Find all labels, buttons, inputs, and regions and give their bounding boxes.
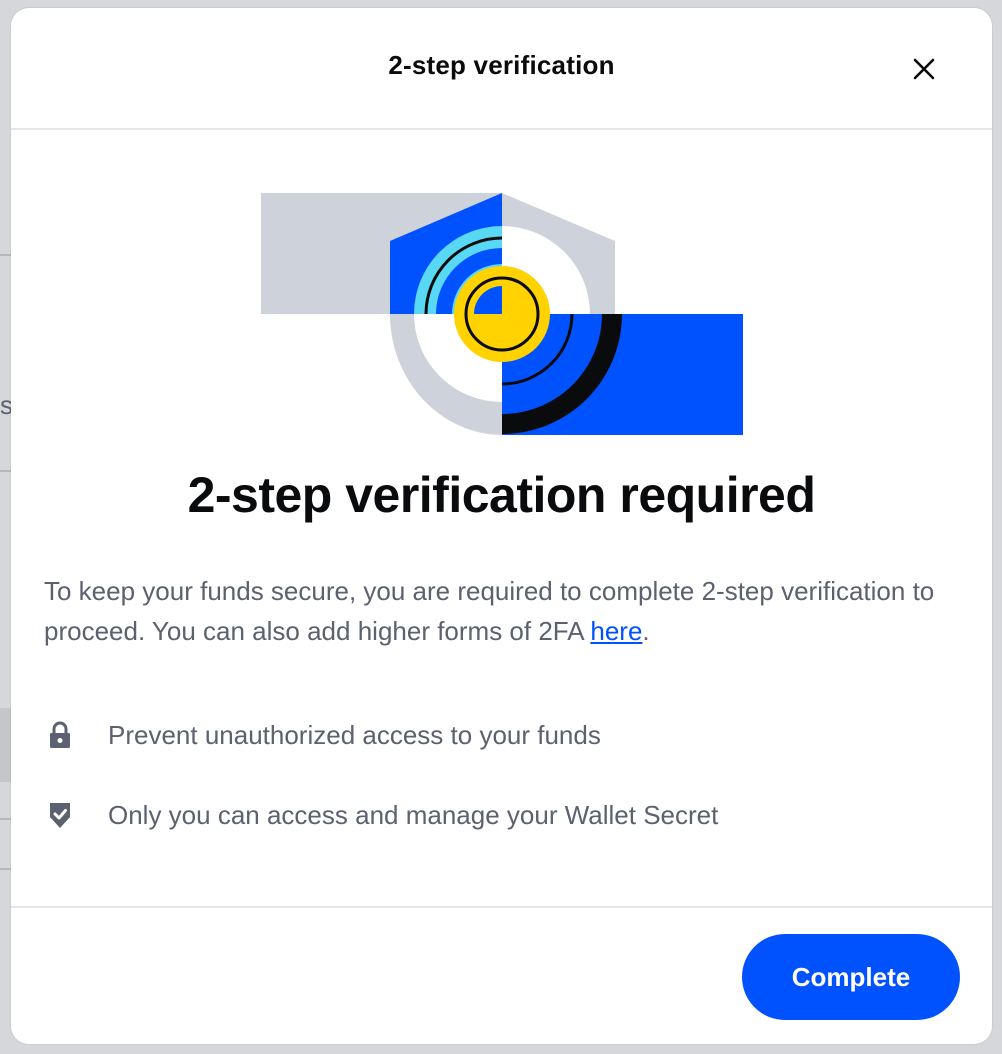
description-end: . bbox=[642, 616, 650, 646]
complete-button[interactable]: Complete bbox=[742, 934, 960, 1020]
verification-modal: 2-step verification 2-step verification … bbox=[11, 8, 992, 1044]
modal-title: 2-step verification bbox=[388, 50, 615, 80]
modal-footer: Complete bbox=[11, 906, 992, 1044]
security-illustration bbox=[261, 193, 743, 435]
lock-icon bbox=[44, 719, 76, 751]
feature-text: Prevent unauthorized access to your fund… bbox=[108, 719, 601, 750]
feature-item: Only you can access and manage your Wall… bbox=[44, 795, 718, 835]
feature-item: Prevent unauthorized access to your fund… bbox=[44, 715, 601, 755]
close-icon bbox=[913, 58, 935, 80]
headline: 2-step verification required bbox=[187, 467, 816, 523]
feature-text: Only you can access and manage your Wall… bbox=[108, 799, 719, 830]
description-text: To keep your funds secure, you are requi… bbox=[44, 576, 935, 646]
description: To keep your funds secure, you are requi… bbox=[44, 571, 944, 651]
higher-2fa-link[interactable]: here bbox=[590, 616, 642, 646]
close-button[interactable] bbox=[901, 46, 947, 92]
shield-check-icon bbox=[44, 799, 76, 831]
modal-header: 2-step verification bbox=[11, 8, 992, 130]
